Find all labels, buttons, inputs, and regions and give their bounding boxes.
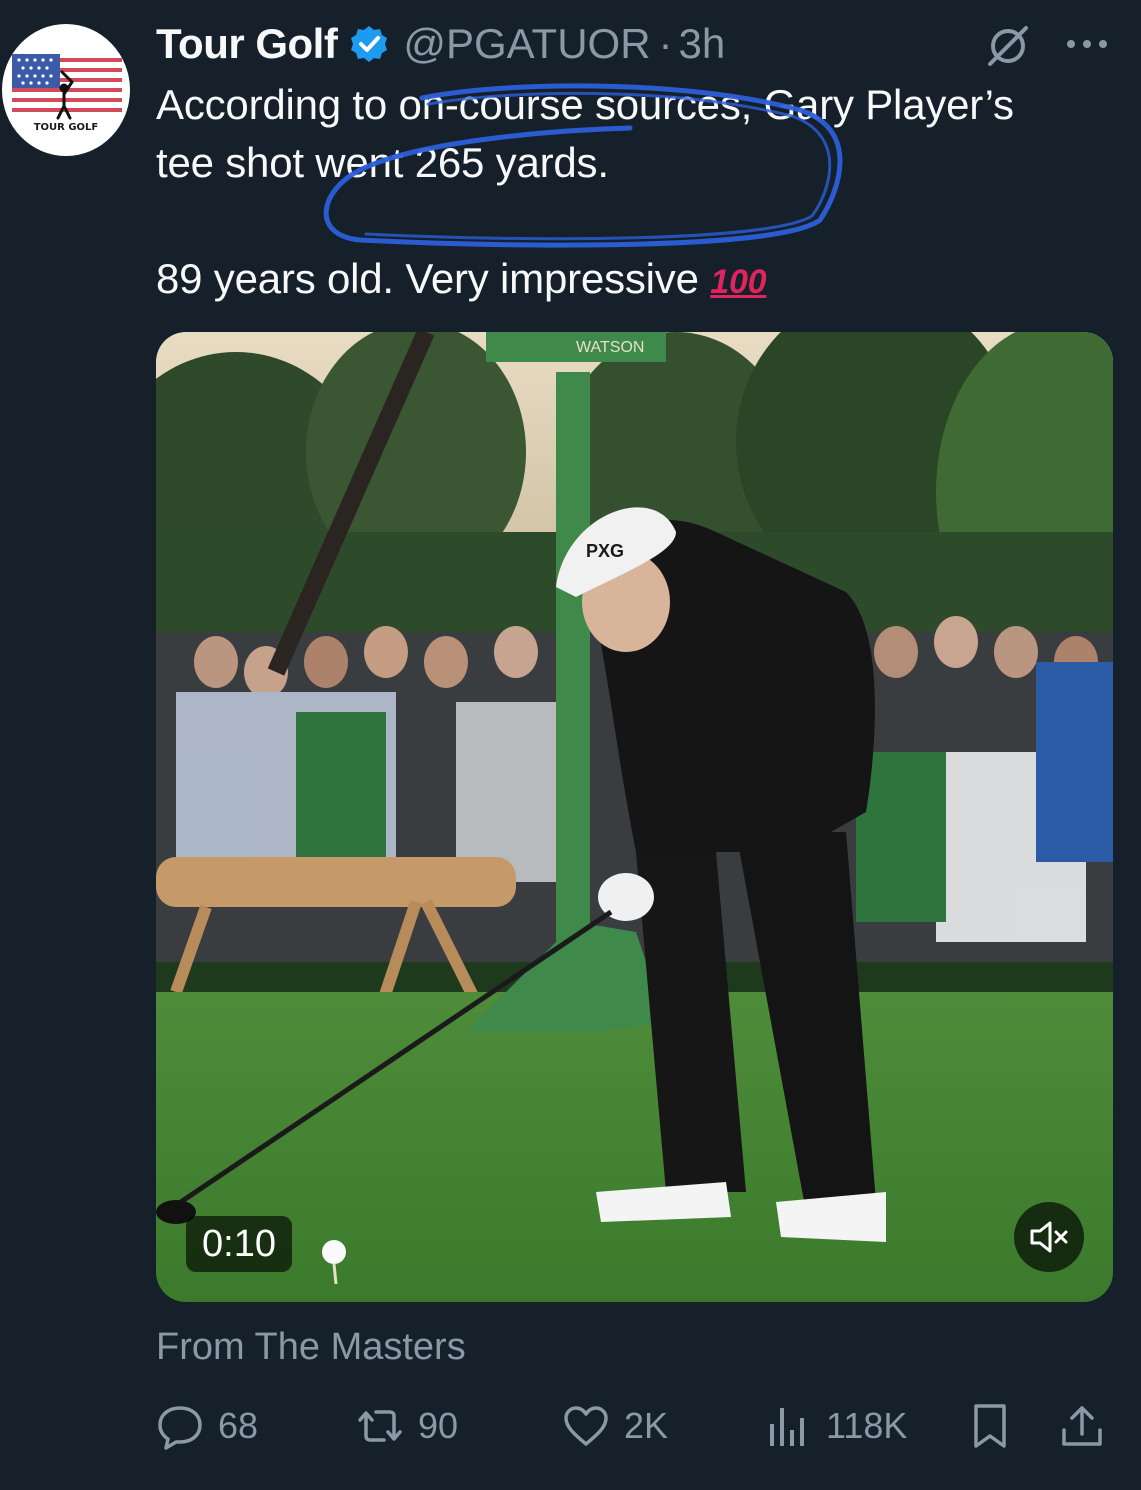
separator-dot: · [658, 20, 673, 67]
repost-icon [358, 1410, 402, 1442]
views-icon [770, 1408, 804, 1446]
like-icon [564, 1406, 608, 1446]
muted-speaker-icon [1030, 1221, 1068, 1253]
tour-golf-logo [12, 54, 122, 120]
video-timer: 0:10 [186, 1216, 292, 1272]
grok-icon[interactable] [984, 22, 1032, 70]
cap-logo-text: PXG [586, 541, 624, 561]
tweet-text-line-3-content: 89 years old. Very impressive [156, 255, 699, 302]
reply-count: 68 [218, 1405, 259, 1446]
tweet-text-line-3: 89 years old. Very impressive 100 [156, 250, 767, 311]
display-name[interactable]: Tour Golf [156, 20, 338, 68]
video-frame: WATSON PXG [156, 332, 1113, 1302]
like-button[interactable]: 2K [562, 1396, 668, 1456]
more-icon[interactable] [1064, 30, 1110, 58]
tweet-text-line-1: According to on-course sources, Gary Pla… [156, 81, 1014, 128]
reply-icon [158, 1406, 202, 1450]
avatar-caption: TOUR GOLF [33, 122, 99, 133]
bookmark-icon [974, 1404, 1006, 1448]
video-player[interactable]: WATSON PXG 0:10 [156, 332, 1113, 1302]
avatar[interactable]: TOUR GOLF [2, 24, 130, 156]
tweet-header: Tour Golf @PGATUOR · 3h [156, 18, 725, 70]
share-icon [1062, 1406, 1102, 1446]
share-button[interactable] [1058, 1396, 1106, 1456]
action-bar: 68 90 2K 118K [156, 1396, 1112, 1456]
repost-button[interactable]: 90 [356, 1396, 458, 1456]
reply-button[interactable]: 68 [156, 1396, 258, 1456]
handle[interactable]: @PGATUOR [403, 20, 650, 68]
timestamp[interactable]: 3h [679, 20, 726, 68]
repost-count: 90 [418, 1405, 459, 1446]
mute-button[interactable] [1014, 1202, 1084, 1272]
hundred-points-emoji: 100 [710, 263, 767, 301]
tweet-text-line-2: tee shot went 265 yards. [156, 139, 609, 186]
verified-badge-icon[interactable] [349, 24, 389, 64]
sign-text: WATSON [576, 339, 644, 356]
bookmark-button[interactable] [966, 1396, 1014, 1456]
like-count: 2K [624, 1405, 669, 1446]
view-count: 118K [826, 1405, 908, 1446]
source-attribution[interactable]: From The Masters [156, 1326, 466, 1369]
views-button[interactable]: 118K [764, 1396, 907, 1456]
